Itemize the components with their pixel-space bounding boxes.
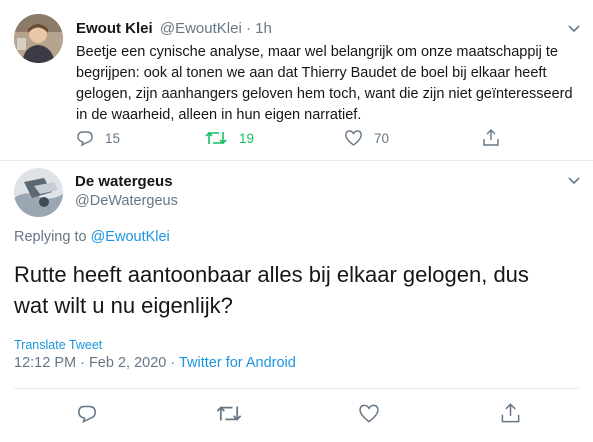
share-icon[interactable] xyxy=(482,128,500,147)
replying-handle-link[interactable]: @EwoutKlei xyxy=(91,229,170,245)
retweet-count: 19 xyxy=(239,130,255,146)
tweet-text: Beetje een cynische analyse, maar wel be… xyxy=(76,42,581,126)
like-count: 70 xyxy=(374,130,390,146)
chevron-down-icon[interactable] xyxy=(567,176,581,186)
author-name[interactable]: De watergeus xyxy=(75,173,173,190)
tweet-text-line: Beetje een cynische analyse, maar wel be… xyxy=(76,44,558,60)
retweet-icon[interactable] xyxy=(216,403,242,424)
reply-icon[interactable] xyxy=(76,403,98,424)
divider xyxy=(0,160,593,161)
replying-to: Replying to @EwoutKlei xyxy=(14,229,170,245)
translate-tweet-link[interactable]: Translate Tweet xyxy=(14,338,102,352)
tweet-text-line: begrijpen: ook al tonen we aan dat Thier… xyxy=(76,65,547,81)
tweet-text: Rutte heeft aantoonbaar alles bij elkaar… xyxy=(14,259,529,321)
tweet-meta: 12:12 PM · Feb 2, 2020 · Twitter for And… xyxy=(14,355,296,371)
tweet-text-line: Rutte heeft aantoonbaar alles bij elkaar… xyxy=(14,262,529,287)
like-action[interactable]: 70 xyxy=(344,128,389,148)
timestamp[interactable]: 12:12 PM · Feb 2, 2020 · xyxy=(14,355,175,371)
tweet-text-line: gelogen, zijn aanhangers geloven hem toc… xyxy=(76,86,573,102)
replying-prefix: Replying to xyxy=(14,229,87,245)
avatar[interactable] xyxy=(14,14,63,63)
tweet-text-line: wat wilt u nu eigenlijk? xyxy=(14,293,233,318)
author-name[interactable]: Ewout Klei xyxy=(76,20,153,37)
author-handle[interactable]: @DeWatergeus xyxy=(75,193,178,209)
retweet-icon xyxy=(205,129,227,147)
time-separator: · xyxy=(245,20,251,37)
reply-icon xyxy=(76,129,94,147)
source-link[interactable]: Twitter for Android xyxy=(179,355,296,371)
tweet-text-line: in de waarheid, alleen in hun eigen narr… xyxy=(76,107,362,123)
retweet-action[interactable]: 19 xyxy=(205,128,254,148)
reply-count: 15 xyxy=(105,130,121,146)
like-icon xyxy=(344,129,363,147)
author-handle[interactable]: @EwoutKlei xyxy=(160,20,242,37)
share-icon[interactable] xyxy=(500,402,521,424)
reply-action[interactable]: 15 xyxy=(76,128,120,148)
tweet-time[interactable]: 1h xyxy=(255,20,272,37)
divider xyxy=(14,388,579,389)
chevron-down-icon[interactable] xyxy=(567,24,581,34)
like-icon[interactable] xyxy=(358,403,380,424)
avatar[interactable] xyxy=(14,168,63,217)
